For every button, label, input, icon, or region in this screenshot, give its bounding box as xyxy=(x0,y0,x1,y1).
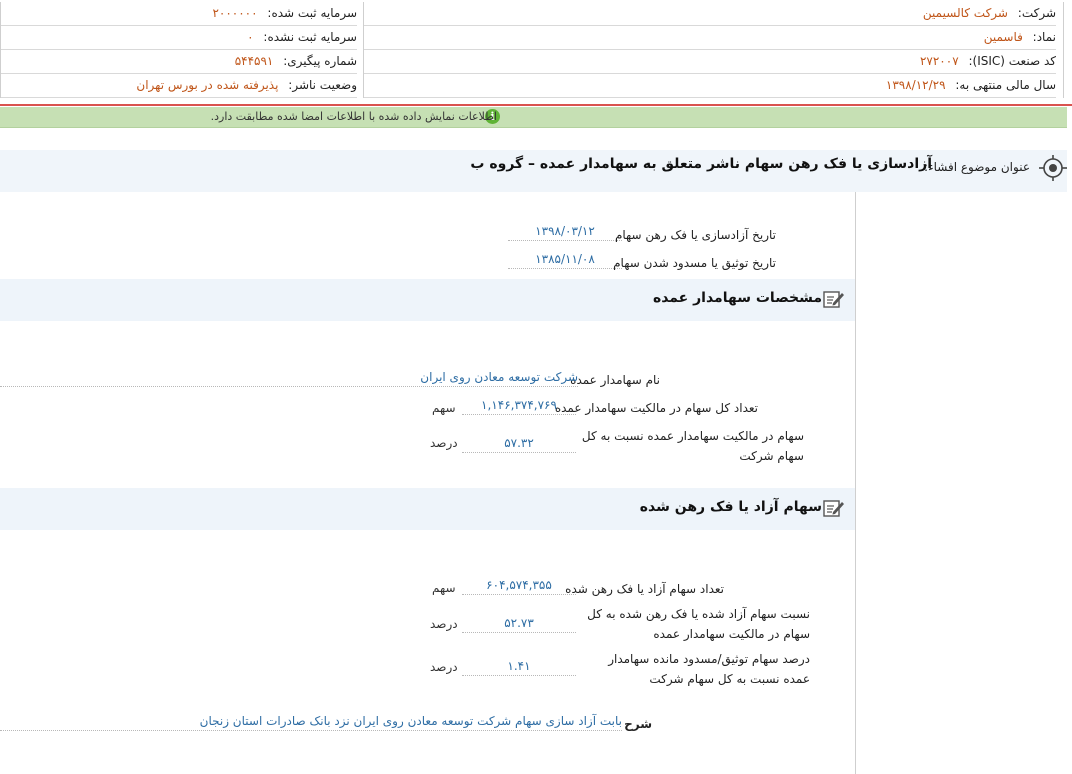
unregistered-capital-row: سرمایه ثبت نشده: ۰ xyxy=(1,26,357,50)
shareholder-section-title: مشخصات سهامدار عمده xyxy=(652,290,822,306)
subject-label: عنوان موضوع افشاء: xyxy=(923,160,1030,174)
remaining-pledged-value: ۱.۴۱ xyxy=(462,657,576,676)
crosshair-icon xyxy=(1039,155,1067,181)
publisher-status-label: وضعیت ناشر: xyxy=(288,78,357,92)
released-count-label: تعداد سهام آزاد یا فک رهن شده xyxy=(565,582,724,596)
released-ratio-unit: درصد xyxy=(430,617,458,631)
header-separator xyxy=(0,104,1072,106)
isic-value: ۲۷۲۰۰۷ xyxy=(919,54,959,68)
tracking-number-value: ۵۴۴۵۹۱ xyxy=(234,54,274,68)
total-shares-unit: سهم xyxy=(432,401,456,415)
shareholder-name-value: شرکت توسعه معادن روی ایران xyxy=(0,368,578,387)
publisher-status-value: پذیرفته شده در بورس تهران xyxy=(136,78,279,92)
symbol-value: فاسمین xyxy=(983,30,1023,44)
company-row: شرکت: شرکت کالسیمین xyxy=(364,2,1056,26)
tracking-number-label: شماره پیگیری: xyxy=(283,54,357,68)
company-value: شرکت کالسیمین xyxy=(922,6,1008,20)
released-ratio-value: ۵۲.۷۳ xyxy=(462,614,576,633)
registered-capital-value: ۲۰۰۰۰۰۰ xyxy=(212,6,258,20)
remaining-pledged-unit: درصد xyxy=(430,660,458,674)
description-value: بابت آزاد سازی سهام شرکت توسعه معادن روی… xyxy=(0,712,622,731)
symbol-row: نماد: فاسمین xyxy=(364,26,1056,50)
publisher-status-row: وضعیت ناشر: پذیرفته شده در بورس تهران xyxy=(1,74,357,98)
released-count-value: ۶۰۴,۵۷۴,۳۵۵ xyxy=(462,576,576,595)
company-label: شرکت: xyxy=(1017,6,1056,20)
isic-label: کد صنعت (ISIC): xyxy=(968,54,1056,68)
total-shares-value: ۱,۱۴۶,۳۷۴,۷۶۹ xyxy=(462,396,576,415)
shareholder-name-text: شرکت توسعه معادن روی ایران xyxy=(420,370,578,384)
registered-capital-row: سرمایه ثبت شده: ۲۰۰۰۰۰۰ xyxy=(1,2,357,26)
fiscal-year-row: سال مالی منتهی به: ۱۳۹۸/۱۲/۲۹ xyxy=(364,74,1056,98)
edit-icon xyxy=(823,291,844,308)
unregistered-capital-value: ۰ xyxy=(247,30,254,44)
ownership-ratio-unit: درصد xyxy=(430,436,458,450)
ownership-ratio-label: سهام در مالکیت سهامدار عمده نسبت به کل س… xyxy=(581,429,804,463)
fiscal-year-label: سال مالی منتهی به: xyxy=(955,78,1056,92)
released-ratio-label: نسبت سهام آزاد شده یا فک رهن شده به کل س… xyxy=(587,607,810,641)
released-count-unit: سهم xyxy=(432,581,456,595)
remaining-pledged-label: درصد سهام توثیق/مسدود مانده سهامدار عمده… xyxy=(608,652,810,686)
isic-row: کد صنعت (ISIC): ۲۷۲۰۰۷ xyxy=(364,50,1056,74)
release-date-value: ۱۳۹۸/۰۳/۱۲ xyxy=(508,222,622,241)
ownership-ratio-value: ۵۷.۳۲ xyxy=(462,434,576,453)
header-info-table: شرکت: شرکت کالسیمین نماد: فاسمین کد صنعت… xyxy=(0,2,1064,98)
release-date-label: تاریخ آزادسازی یا فک رهن سهام xyxy=(614,228,776,242)
edit-icon xyxy=(823,500,844,517)
table-border-right xyxy=(1063,2,1064,98)
subject-title: آزادسازی یا فک رهن سهام ناشر متعلق به سه… xyxy=(470,156,932,172)
fiscal-year-value: ۱۳۹۸/۱۲/۲۹ xyxy=(885,78,946,92)
symbol-label: نماد: xyxy=(1032,30,1056,44)
released-section-title: سهام آزاد یا فک رهن شده xyxy=(639,499,822,515)
content-separator xyxy=(855,192,856,774)
signature-match-alert: i اطلاعات نمایش داده شده با اطلاعات امضا… xyxy=(0,107,1067,128)
pledge-date-label: تاریخ توثیق یا مسدود شدن سهام xyxy=(613,256,776,270)
shareholder-name-label: نام سهامدار عمده xyxy=(570,373,660,387)
pledge-date-value: ۱۳۸۵/۱۱/۰۸ xyxy=(508,250,622,269)
tracking-number-row: شماره پیگیری: ۵۴۴۵۹۱ xyxy=(1,50,357,74)
alert-text: اطلاعات نمایش داده شده با اطلاعات امضا ش… xyxy=(210,110,497,123)
total-shares-label: تعداد کل سهام در مالکیت سهامدار عمده xyxy=(554,401,758,415)
description-label: شرح xyxy=(624,717,652,731)
unregistered-capital-label: سرمایه ثبت نشده: xyxy=(263,30,357,44)
registered-capital-label: سرمایه ثبت شده: xyxy=(267,6,357,20)
